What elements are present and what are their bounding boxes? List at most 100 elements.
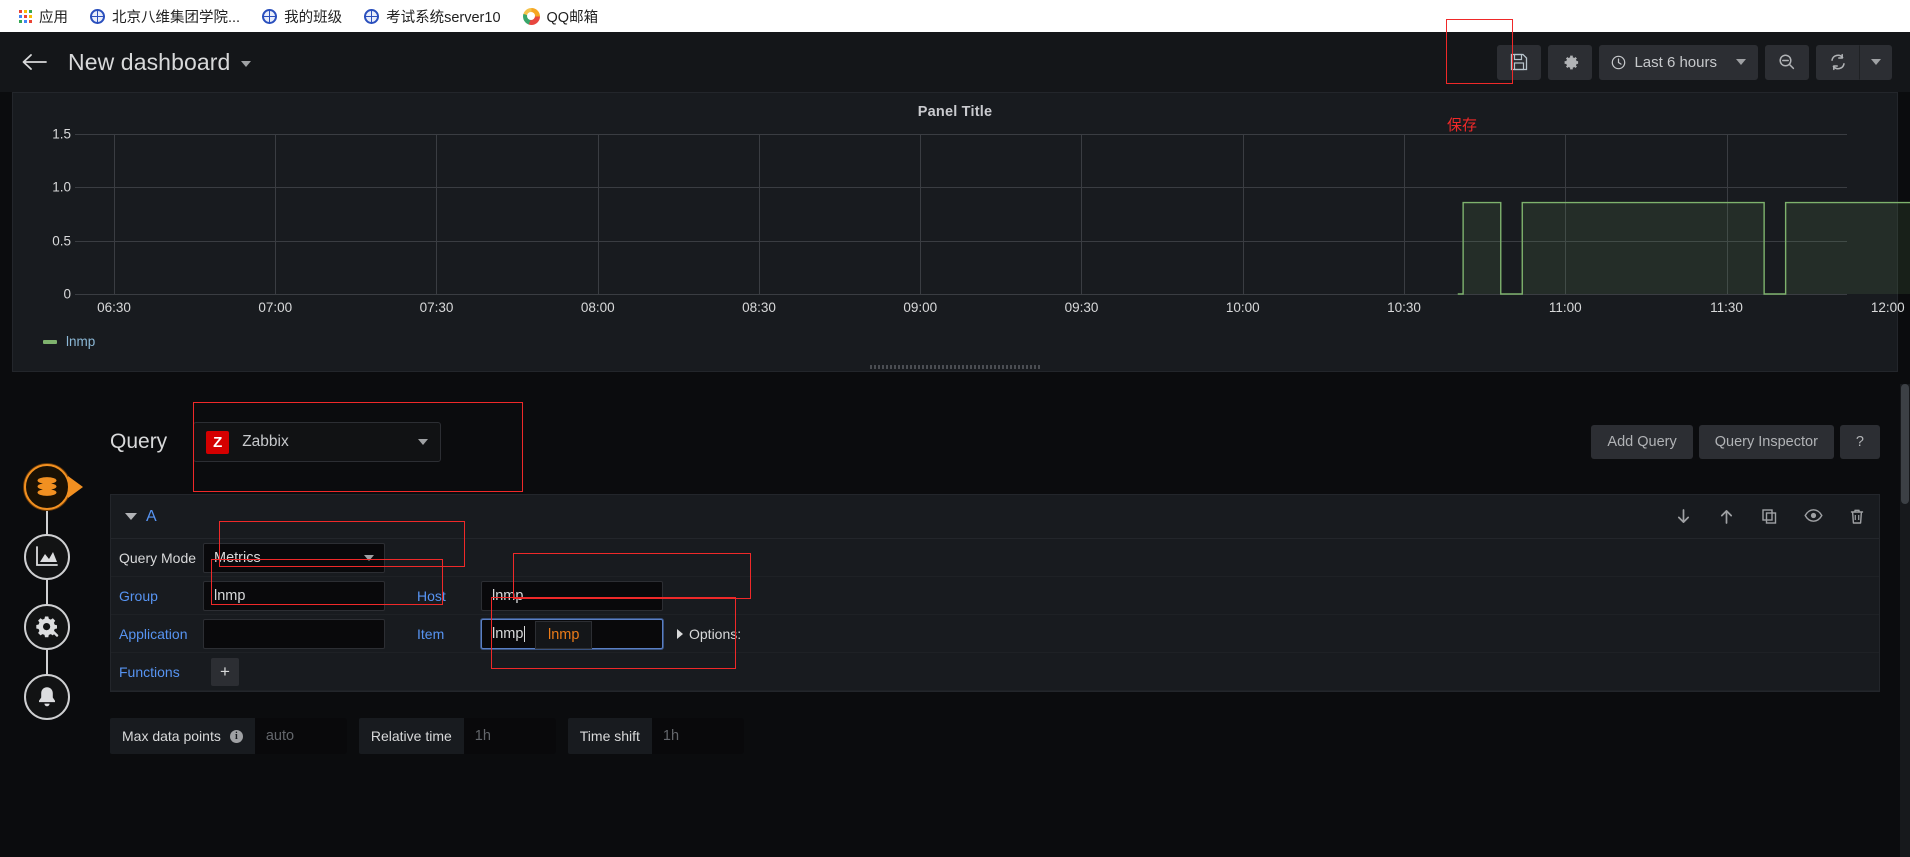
group-input[interactable]: lnmp	[203, 580, 385, 611]
item-input-value: lnmp	[492, 625, 524, 642]
legend-series-label: lnmp	[66, 334, 96, 349]
graph-icon	[36, 546, 58, 566]
dashboard-header: New dashboard Last 6 hours	[0, 19, 1910, 92]
dashboard-title-chevron-down-icon[interactable]	[241, 61, 252, 67]
group-host-row: Group lnmp Host lnmp	[111, 577, 1879, 615]
zabbix-logo-icon: Z	[206, 430, 230, 454]
x-tick: 07:00	[258, 300, 293, 315]
sidebar-item-visualization[interactable]	[24, 534, 70, 580]
bookmark-apps[interactable]: 应用	[8, 3, 79, 30]
bookmark-beijing-bawei[interactable]: 北京八维集团学院...	[79, 3, 251, 30]
sidebar-connector	[46, 580, 48, 604]
query-mode-chevron-down-icon	[364, 554, 374, 561]
time-shift-input[interactable]: 1h	[651, 718, 744, 754]
refresh-interval-button[interactable]	[1860, 44, 1892, 80]
apps-grid-icon	[19, 9, 32, 23]
y-tick: 0.5	[52, 233, 71, 249]
host-input[interactable]: lnmp	[481, 580, 663, 611]
x-tick: 10:30	[1387, 300, 1421, 315]
y-tick: 0	[63, 286, 71, 302]
add-function-button[interactable]: +	[211, 657, 239, 686]
text-cursor	[524, 625, 526, 642]
chart-series	[1457, 134, 1910, 294]
sidebar-item-alert[interactable]	[24, 674, 70, 720]
x-tick: 08:00	[580, 300, 615, 315]
gear-icon	[1564, 55, 1579, 69]
options-chevron-right-icon	[677, 628, 683, 639]
panel-resize-handle[interactable]	[870, 365, 1040, 369]
sidebar-item-queries[interactable]	[24, 464, 70, 510]
sidebar-item-general-settings[interactable]	[24, 604, 70, 650]
query-mode-row: Query Mode Metrics	[111, 539, 1879, 577]
panel-title: Panel Title	[917, 104, 993, 120]
y-tick: 1.5	[52, 126, 71, 142]
refresh-icon	[1831, 53, 1845, 71]
refresh-button[interactable]	[1816, 44, 1860, 80]
query-options-bar: Max data points i auto Relative time 1h …	[110, 718, 1880, 754]
item-suggestion-option[interactable]: lnmp	[535, 621, 593, 649]
query-inspector-button[interactable]: Query Inspector	[1698, 425, 1834, 459]
options-toggle[interactable]: Options:	[677, 626, 741, 642]
duplicate-icon[interactable]	[1761, 508, 1778, 525]
bookmark-label: QQ邮箱	[546, 9, 599, 26]
bookmark-qq-mail[interactable]: QQ邮箱	[512, 3, 610, 30]
page-title: New dashboard	[68, 48, 231, 75]
clock-icon	[1612, 55, 1626, 69]
info-icon[interactable]: i	[229, 729, 243, 743]
x-tick: 06:30	[97, 300, 131, 315]
chart-plot-area[interactable]: 1.5 1.0 0.5 0 06:30 07:00 07:30 08:00 08…	[52, 127, 1910, 315]
host-label: Host	[417, 587, 446, 604]
add-query-button[interactable]: Add Query	[1591, 425, 1693, 459]
qq-icon	[522, 7, 540, 25]
chart-legend[interactable]: lnmp	[43, 334, 95, 349]
x-tick: 11:30	[1710, 300, 1743, 315]
time-range-picker[interactable]: Last 6 hours	[1599, 44, 1758, 80]
graph-panel: Panel Title 1.5 1.0 0.5 0 06:30 07:00 07…	[12, 92, 1910, 372]
query-fields-grid: Query Mode Metrics Group lnmp Host lnmp …	[111, 521, 1879, 691]
bookmark-my-class[interactable]: 我的班级	[251, 3, 353, 30]
relative-time-input[interactable]: 1h	[463, 718, 556, 754]
application-input[interactable]	[203, 618, 385, 649]
x-tick: 11:00	[1548, 300, 1582, 315]
datasource-chevron-down-icon	[418, 439, 429, 445]
gear-wrench-icon	[36, 616, 59, 638]
query-header-actions: Add Query Query Inspector ?	[1591, 425, 1880, 459]
x-tick: 08:30	[742, 300, 776, 315]
editor-scrollbar-track[interactable]	[1900, 384, 1910, 857]
query-mode-select[interactable]: Metrics	[203, 542, 385, 573]
query-ref-id: A	[146, 507, 157, 525]
query-row-actions	[1675, 508, 1865, 525]
globe-icon	[262, 8, 278, 24]
query-header-row: Query Z Zabbix Add Query Query Inspector…	[110, 402, 1880, 492]
zoom-out-time-button[interactable]	[1765, 44, 1809, 80]
time-range-chevron-down-icon	[1736, 59, 1746, 65]
back-arrow-icon[interactable]	[18, 46, 50, 78]
collapse-chevron-icon[interactable]	[125, 513, 137, 520]
bookmark-label: 我的班级	[284, 9, 343, 26]
header-actions: Last 6 hours	[1497, 44, 1892, 80]
time-shift-option: Time shift 1h	[567, 718, 744, 754]
browser-bookmark-bar: 应用 北京八维集团学院... 我的班级 考试系统server10 QQ邮箱	[0, 0, 1910, 32]
chevron-down-icon	[1871, 59, 1881, 65]
move-down-icon[interactable]	[1675, 508, 1692, 525]
save-dashboard-button[interactable]	[1497, 44, 1542, 80]
move-up-icon[interactable]	[1718, 508, 1735, 525]
delete-icon[interactable]	[1849, 508, 1865, 525]
options-label: Options:	[689, 625, 742, 642]
item-label: Item	[417, 625, 445, 642]
help-button[interactable]: ?	[1839, 425, 1880, 459]
bell-icon	[39, 687, 55, 707]
sidebar-connector	[46, 510, 48, 534]
dashboard-settings-button[interactable]	[1548, 44, 1593, 80]
editor-scrollbar-thumb[interactable]	[1901, 384, 1909, 504]
toggle-visibility-icon[interactable]	[1804, 508, 1823, 525]
max-data-points-input[interactable]: auto	[254, 718, 347, 754]
globe-icon	[364, 8, 380, 24]
time-range-label: Last 6 hours	[1634, 53, 1717, 71]
datasource-picker[interactable]: Z Zabbix	[193, 422, 442, 462]
max-data-points-option: Max data points i auto	[110, 718, 347, 754]
time-shift-label-wrap: Time shift	[568, 718, 652, 754]
query-mode-value: Metrics	[214, 549, 261, 566]
bookmark-exam-system[interactable]: 考试系统server10	[353, 3, 511, 30]
sidebar-connector	[46, 650, 48, 674]
